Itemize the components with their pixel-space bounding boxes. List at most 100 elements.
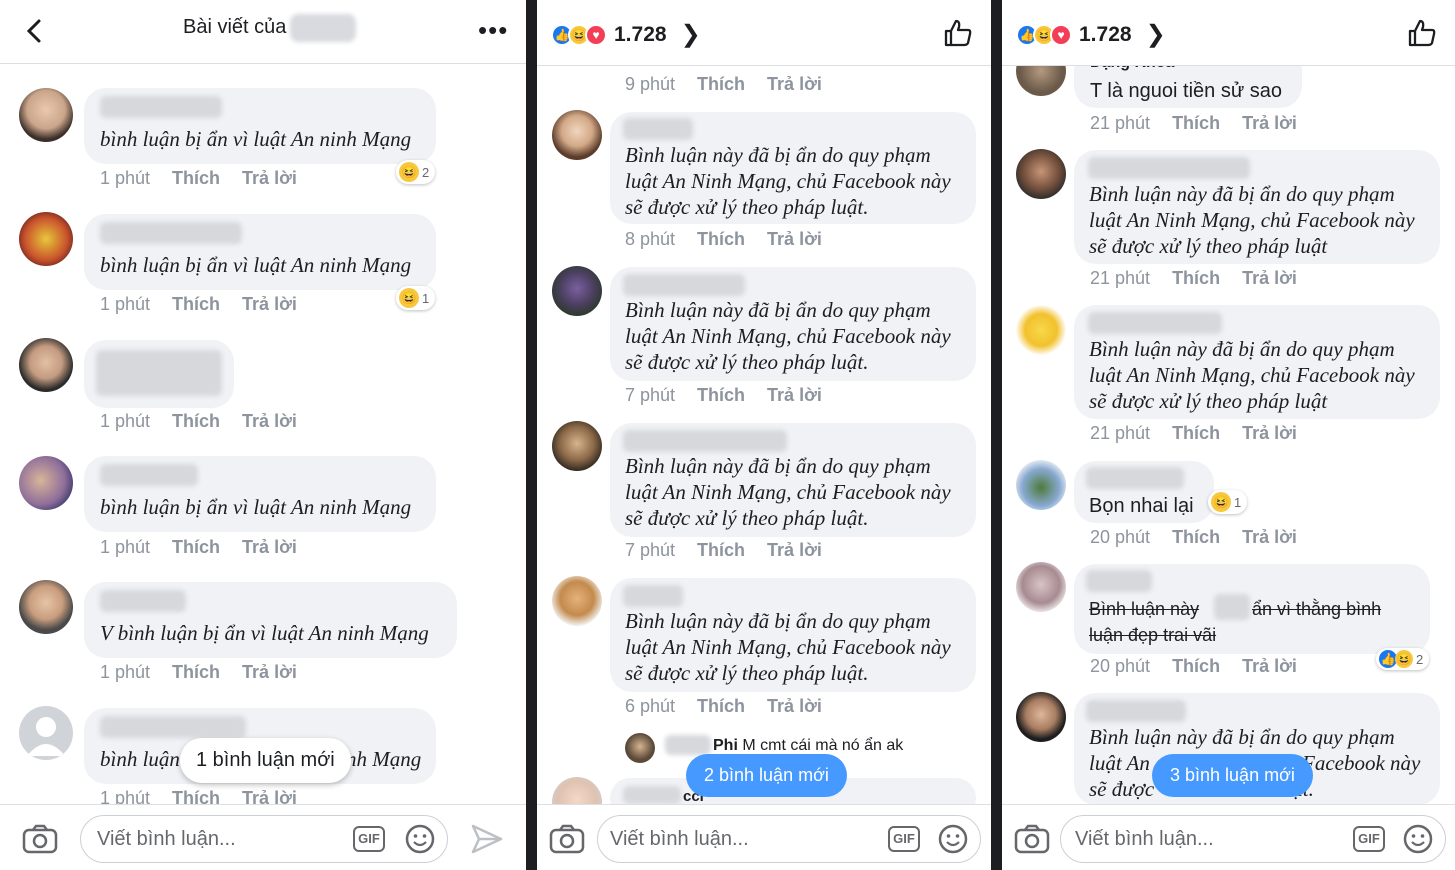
gif-icon[interactable]: GIF (353, 826, 385, 852)
blurred-commenter-name[interactable] (623, 118, 693, 140)
new-comments-button[interactable]: 3 bình luận mới (1152, 754, 1313, 797)
blurred-commenter-name[interactable] (623, 585, 683, 607)
haha-reaction-icon: 😆 (1211, 492, 1231, 512)
avatar[interactable] (552, 576, 602, 626)
send-icon[interactable] (470, 823, 504, 855)
reply-link[interactable]: Trả lời (242, 411, 297, 431)
blurred-commenter-name[interactable] (623, 274, 745, 296)
comment-line: Bình luận này đã bị ẩn do quy phạm (1089, 182, 1395, 206)
emoji-icon[interactable] (1403, 824, 1433, 854)
person-icon (27, 717, 65, 756)
reply-link[interactable]: Trả lời (242, 294, 297, 314)
reply-link[interactable]: Trả lời (242, 662, 297, 682)
avatar[interactable] (19, 338, 73, 392)
reply-link[interactable]: Trả lời (1242, 268, 1297, 288)
comment-time: 21 phút (1090, 113, 1151, 133)
like-link[interactable]: Thích (1172, 423, 1220, 443)
reply-link[interactable]: Trả lời (767, 696, 822, 716)
blurred-commenter-name[interactable] (100, 222, 242, 244)
comment-line: sẽ được xử lý theo pháp luật. (625, 661, 869, 685)
back-arrow-icon[interactable] (22, 18, 48, 44)
camera-icon[interactable] (22, 823, 58, 855)
like-link[interactable]: Thích (1172, 113, 1220, 133)
like-link[interactable]: Thích (172, 294, 220, 314)
blurred-commenter-name[interactable] (100, 590, 186, 612)
reply-link[interactable]: Trả lời (1242, 656, 1297, 676)
avatar[interactable] (1016, 305, 1066, 355)
like-link[interactable]: Thích (697, 229, 745, 249)
gif-icon[interactable]: GIF (888, 826, 920, 852)
reply-link[interactable]: Trả lời (1242, 527, 1297, 547)
reply-link[interactable]: Trả lời (767, 74, 822, 94)
reply-link[interactable]: Trả lời (767, 229, 822, 249)
comment-line: sẽ được xử lý theo pháp luật (1089, 389, 1328, 413)
avatar[interactable] (552, 421, 602, 471)
comment-line: sẽ được xử lý theo pháp luật. (625, 195, 869, 219)
top-bar: 👍 😆 ♥ 1.728 ❯ (537, 0, 991, 66)
like-thumb-icon[interactable] (943, 18, 973, 48)
avatar[interactable] (19, 580, 73, 634)
comment-text: Bình luận này đã bị ẩn do quy phạm luật A… (1089, 336, 1415, 414)
blurred-commenter-name[interactable] (1088, 157, 1250, 179)
reaction-badge[interactable]: 😆 2 (396, 160, 436, 184)
reply-link[interactable]: Trả lời (242, 537, 297, 557)
more-options-icon[interactable]: ••• (478, 17, 508, 43)
like-link[interactable]: Thích (172, 537, 220, 557)
reaction-badge[interactable]: 👍 😆 2 (1376, 648, 1430, 670)
reply-link[interactable]: Trả lời (767, 385, 822, 405)
camera-icon[interactable] (1014, 823, 1050, 855)
blurred-commenter-name[interactable] (1086, 700, 1186, 722)
avatar[interactable] (552, 110, 602, 160)
blurred-commenter-name[interactable] (1086, 467, 1184, 489)
comment-meta: 20 phút Thích Trả lời (1090, 656, 1297, 677)
like-link[interactable]: Thích (172, 168, 220, 188)
blurred-commenter-name[interactable] (100, 96, 222, 118)
avatar[interactable] (1016, 149, 1066, 199)
reaction-badge[interactable]: 😆 1 (1208, 490, 1248, 514)
reply-link[interactable]: Trả lời (1242, 113, 1297, 133)
like-link[interactable]: Thích (697, 696, 745, 716)
comment-input[interactable]: Viết bình luận... GIF (80, 815, 448, 863)
blurred-commenter-name[interactable] (100, 716, 246, 738)
blurred-commenter-name[interactable] (1088, 312, 1222, 334)
like-link[interactable]: Thích (697, 540, 745, 560)
camera-icon[interactable] (549, 823, 585, 855)
like-link[interactable]: Thích (1172, 268, 1220, 288)
blurred-commenter-name[interactable] (100, 464, 198, 486)
reaction-summary[interactable]: 👍 😆 ♥ 1.728 ❯ (551, 20, 701, 49)
new-comments-button[interactable]: 1 bình luận mới (180, 738, 351, 783)
gif-icon[interactable]: GIF (1353, 826, 1385, 852)
blurred-commenter-name[interactable] (1086, 570, 1152, 592)
like-link[interactable]: Thích (1172, 656, 1220, 676)
reply-link[interactable]: Trả lời (242, 168, 297, 188)
like-link[interactable]: Thích (697, 385, 745, 405)
blurred-commenter-name[interactable] (623, 786, 681, 804)
reply-link[interactable]: Trả lời (767, 540, 822, 560)
haha-reaction-icon: 😆 (1395, 650, 1413, 668)
avatar[interactable] (19, 456, 73, 510)
avatar[interactable] (1016, 692, 1066, 742)
reply-link[interactable]: Trả lời (1242, 423, 1297, 443)
new-comments-button[interactable]: 2 bình luận mới (686, 754, 847, 797)
emoji-icon[interactable] (405, 824, 435, 854)
like-link[interactable]: Thích (1172, 527, 1220, 547)
reaction-summary[interactable]: 👍 😆 ♥ 1.728 ❯ (1016, 20, 1166, 49)
like-link[interactable]: Thích (697, 74, 745, 94)
comment-input[interactable]: Viết bình luận... GIF (597, 815, 981, 863)
avatar[interactable] (19, 212, 73, 266)
avatar[interactable] (19, 88, 73, 142)
emoji-icon[interactable] (938, 824, 968, 854)
default-avatar[interactable] (19, 706, 73, 760)
blurred-commenter-name[interactable] (623, 430, 787, 452)
reaction-badge[interactable]: 😆 1 (396, 286, 436, 310)
comment-text-part1: Bình luận này (1089, 599, 1200, 619)
like-link[interactable]: Thích (172, 662, 220, 682)
comment-time: 9 phút (625, 74, 676, 94)
avatar[interactable] (1016, 460, 1066, 510)
comment-input[interactable]: Viết bình luận... GIF (1060, 815, 1446, 863)
top-bar: Bài viết của ••• (0, 0, 526, 64)
avatar[interactable] (552, 266, 602, 316)
like-link[interactable]: Thích (172, 411, 220, 431)
avatar[interactable] (1016, 562, 1066, 612)
like-thumb-icon[interactable] (1407, 18, 1437, 48)
